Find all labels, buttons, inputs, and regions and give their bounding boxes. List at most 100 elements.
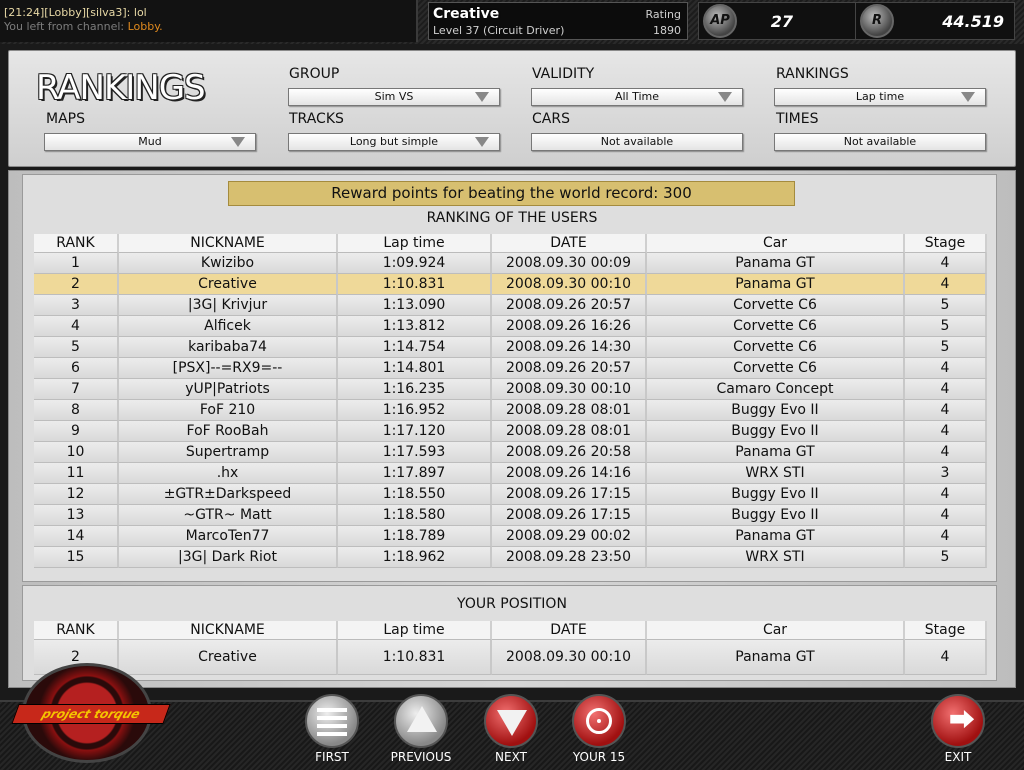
cell-date: 2008.09.26 14:30 [492,337,647,358]
column-header-rank[interactable]: RANK [34,621,119,640]
column-header-lap-time[interactable]: Lap time [338,234,492,253]
chat-box[interactable]: [21:24][Lobby][silva3]: lol You left fro… [0,0,418,42]
column-header-rank[interactable]: RANK [34,234,119,253]
cell-date: 2008.09.26 20:57 [492,358,647,379]
cell-nickname: Alficek [119,316,338,337]
exit-button[interactable]: ⮕ EXIT [923,694,993,764]
table-row[interactable]: 7 yUP|Patriots 1:16.235 2008.09.30 00:10 Cam… [34,379,987,400]
rankings-dropdown[interactable]: Lap time [774,88,986,106]
cell-nickname: [PSX]--=RX9=-- [119,358,338,379]
your15-button[interactable]: YOUR 15 [564,694,634,764]
cell-stage: 4 [905,253,987,274]
column-header-car[interactable]: Car [647,621,905,640]
table-row[interactable]: 2 Creative 1:10.831 2008.09.30 00:10 Panama … [34,274,987,295]
cell-date: 2008.09.28 23:50 [492,547,647,568]
column-header-car[interactable]: Car [647,234,905,253]
cell-lap-time: 1:13.090 [338,295,492,316]
cell-rank: 11 [34,463,119,484]
table-row[interactable]: 15 |3G| Dark Riot 1:18.962 2008.09.28 23:50… [34,547,987,568]
group-value: Sim VS [374,90,414,103]
table-row[interactable]: 9 FoF RooBah 1:17.120 2008.09.28 08:01 Buggy… [34,421,987,442]
cell-car: Buggy Evo II [647,484,905,505]
cell-car: WRX STI [647,547,905,568]
rp-value: 44.519 [942,12,1004,31]
player-level: Level 37 (Circuit Driver) [433,24,565,37]
table-row[interactable]: 1 Kwizibo 1:09.924 2008.09.30 00:09 Panama G… [34,253,987,274]
table-row[interactable]: 5 karibaba74 1:14.754 2008.09.26 14:30 Corve… [34,337,987,358]
tracks-label: TRACKS [289,111,344,127]
previous-label: PREVIOUS [390,750,452,764]
tracks-dropdown[interactable]: Long but simple [288,133,500,151]
cell-lap-time: 1:18.789 [338,526,492,547]
your-position-row[interactable]: 2 Creative 1:10.831 2008.09.30 00:10 Panama … [34,640,987,675]
cell-date: 2008.09.28 08:01 [492,421,647,442]
table-header-row: RANK NICKNAME Lap time DATE Car Stage [34,234,987,253]
cell-lap-time: 1:18.962 [338,547,492,568]
table-row[interactable]: 11 .hx 1:17.897 2008.09.26 14:16 WRX STI 3 [34,463,987,484]
your15-label: YOUR 15 [572,750,626,764]
cell-rank: 12 [34,484,119,505]
first-button[interactable]: FIRST [297,694,367,764]
group-dropdown[interactable]: Sim VS [288,88,500,106]
column-header-stage[interactable]: Stage [905,234,987,253]
table-row[interactable]: 3 |3G| Krivjur 1:13.090 2008.09.26 20:57 Cor… [34,295,987,316]
cell-lap-time: 1:13.812 [338,316,492,337]
maps-value: Mud [138,135,162,148]
table-row[interactable]: 4 Alficek 1:13.812 2008.09.26 16:26 Corvette… [34,316,987,337]
group-label: GROUP [289,66,340,82]
rankings-value: Lap time [855,90,905,103]
project-torque-logo: project torque [11,663,171,763]
reward-banner: Reward points for beating the world reco… [228,181,795,206]
cell-nickname: karibaba74 [119,337,338,358]
arrow-up-icon [394,694,448,748]
cell-date: 2008.09.30 00:09 [492,253,647,274]
table-row[interactable]: 6 [PSX]--=RX9=-- 1:14.801 2008.09.26 20:57 C… [34,358,987,379]
table-row[interactable]: 12 ±GTR±Darkspeed 1:18.550 2008.09.26 17:15… [34,484,987,505]
cell-stage: 4 [905,379,987,400]
cell-stage: 4 [905,274,987,295]
cell-stage: 4 [905,421,987,442]
table-header-row: RANK NICKNAME Lap time DATE Car Stage [34,621,987,640]
table-row[interactable]: 13 ~GTR~ Matt 1:18.580 2008.09.26 17:15 Bugg… [34,505,987,526]
cell-car: Buggy Evo II [647,505,905,526]
cell-car: Buggy Evo II [647,400,905,421]
table-row[interactable]: 8 FoF 210 1:16.952 2008.09.28 08:01 Buggy Ev… [34,400,987,421]
cell-rank: 15 [34,547,119,568]
column-header-lap-time[interactable]: Lap time [338,621,492,640]
cell-rank: 10 [34,442,119,463]
maps-dropdown[interactable]: Mud [44,133,256,151]
chevron-down-icon [475,137,489,147]
rp-stat: R 44.519 [855,2,1015,40]
cell-rank: 9 [34,421,119,442]
cell-rank: 4 [34,316,119,337]
cars-label: CARS [532,111,570,127]
player-info: Creative Level 37 (Circuit Driver) Ratin… [428,2,688,40]
ranking-title: RANKING OF THE USERS [426,210,598,226]
cell-car: Panama GT [647,274,905,295]
cell-date: 2008.09.26 14:16 [492,463,647,484]
cell-nickname: FoF RooBah [119,421,338,442]
cell-car: Camaro Concept [647,379,905,400]
column-header-date[interactable]: DATE [492,621,647,640]
cell-date: 2008.09.26 17:15 [492,505,647,526]
tracks-value: Long but simple [349,135,439,148]
previous-button[interactable]: PREVIOUS [386,694,456,764]
rating-label: Rating [645,8,681,21]
column-header-nickname[interactable]: NICKNAME [119,234,338,253]
cell-nickname: |3G| Krivjur [119,295,338,316]
next-button[interactable]: NEXT [476,694,546,764]
validity-dropdown[interactable]: All Time [531,88,743,106]
chat-line-2: You left from channel: Lobby. [4,20,412,34]
table-row[interactable]: 14 MarcoTen77 1:18.789 2008.09.29 00:02 Pana… [34,526,987,547]
cell-lap-time: 1:17.120 [338,421,492,442]
column-header-date[interactable]: DATE [492,234,647,253]
cell-car: Corvette C6 [647,358,905,379]
exit-runner-icon: ⮕ [931,694,985,748]
cell-car: Corvette C6 [647,295,905,316]
table-row[interactable]: 10 Supertramp 1:17.593 2008.09.26 20:58 Pana… [34,442,987,463]
cell-date: 2008.09.26 20:58 [492,442,647,463]
times-value: Not available [843,135,917,148]
column-header-stage[interactable]: Stage [905,621,987,640]
column-header-nickname[interactable]: NICKNAME [119,621,338,640]
cell-date: 2008.09.29 00:02 [492,526,647,547]
